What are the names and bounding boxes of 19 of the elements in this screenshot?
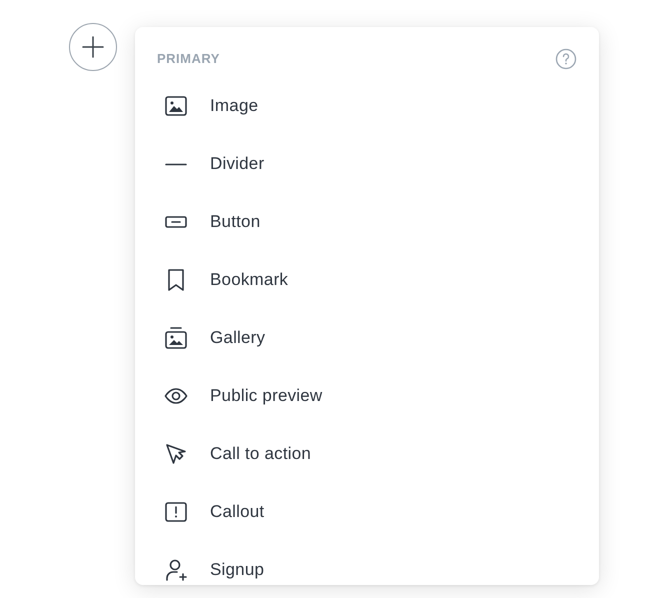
cursor-icon (164, 442, 188, 466)
add-user-icon (164, 558, 188, 582)
menu-item[interactable]: Callout (135, 483, 599, 541)
menu-item[interactable]: Bookmark (135, 251, 599, 309)
alert-icon (164, 500, 188, 524)
section-title: PRIMARY (157, 50, 220, 68)
menu-item[interactable]: Gallery (135, 309, 599, 367)
line-icon (164, 162, 188, 166)
menu-item[interactable]: Button (135, 193, 599, 251)
menu-item[interactable]: Image (135, 77, 599, 135)
add-button[interactable] (69, 23, 117, 71)
plus-icon (81, 35, 105, 59)
help-icon[interactable] (555, 48, 577, 70)
menu-item[interactable]: Signup (135, 541, 599, 585)
gallery-icon (164, 326, 188, 350)
image-icon (164, 94, 188, 118)
menu-item[interactable]: Divider (135, 135, 599, 193)
menu-item[interactable]: Public preview (135, 367, 599, 425)
menu-item[interactable]: Call to action (135, 425, 599, 483)
